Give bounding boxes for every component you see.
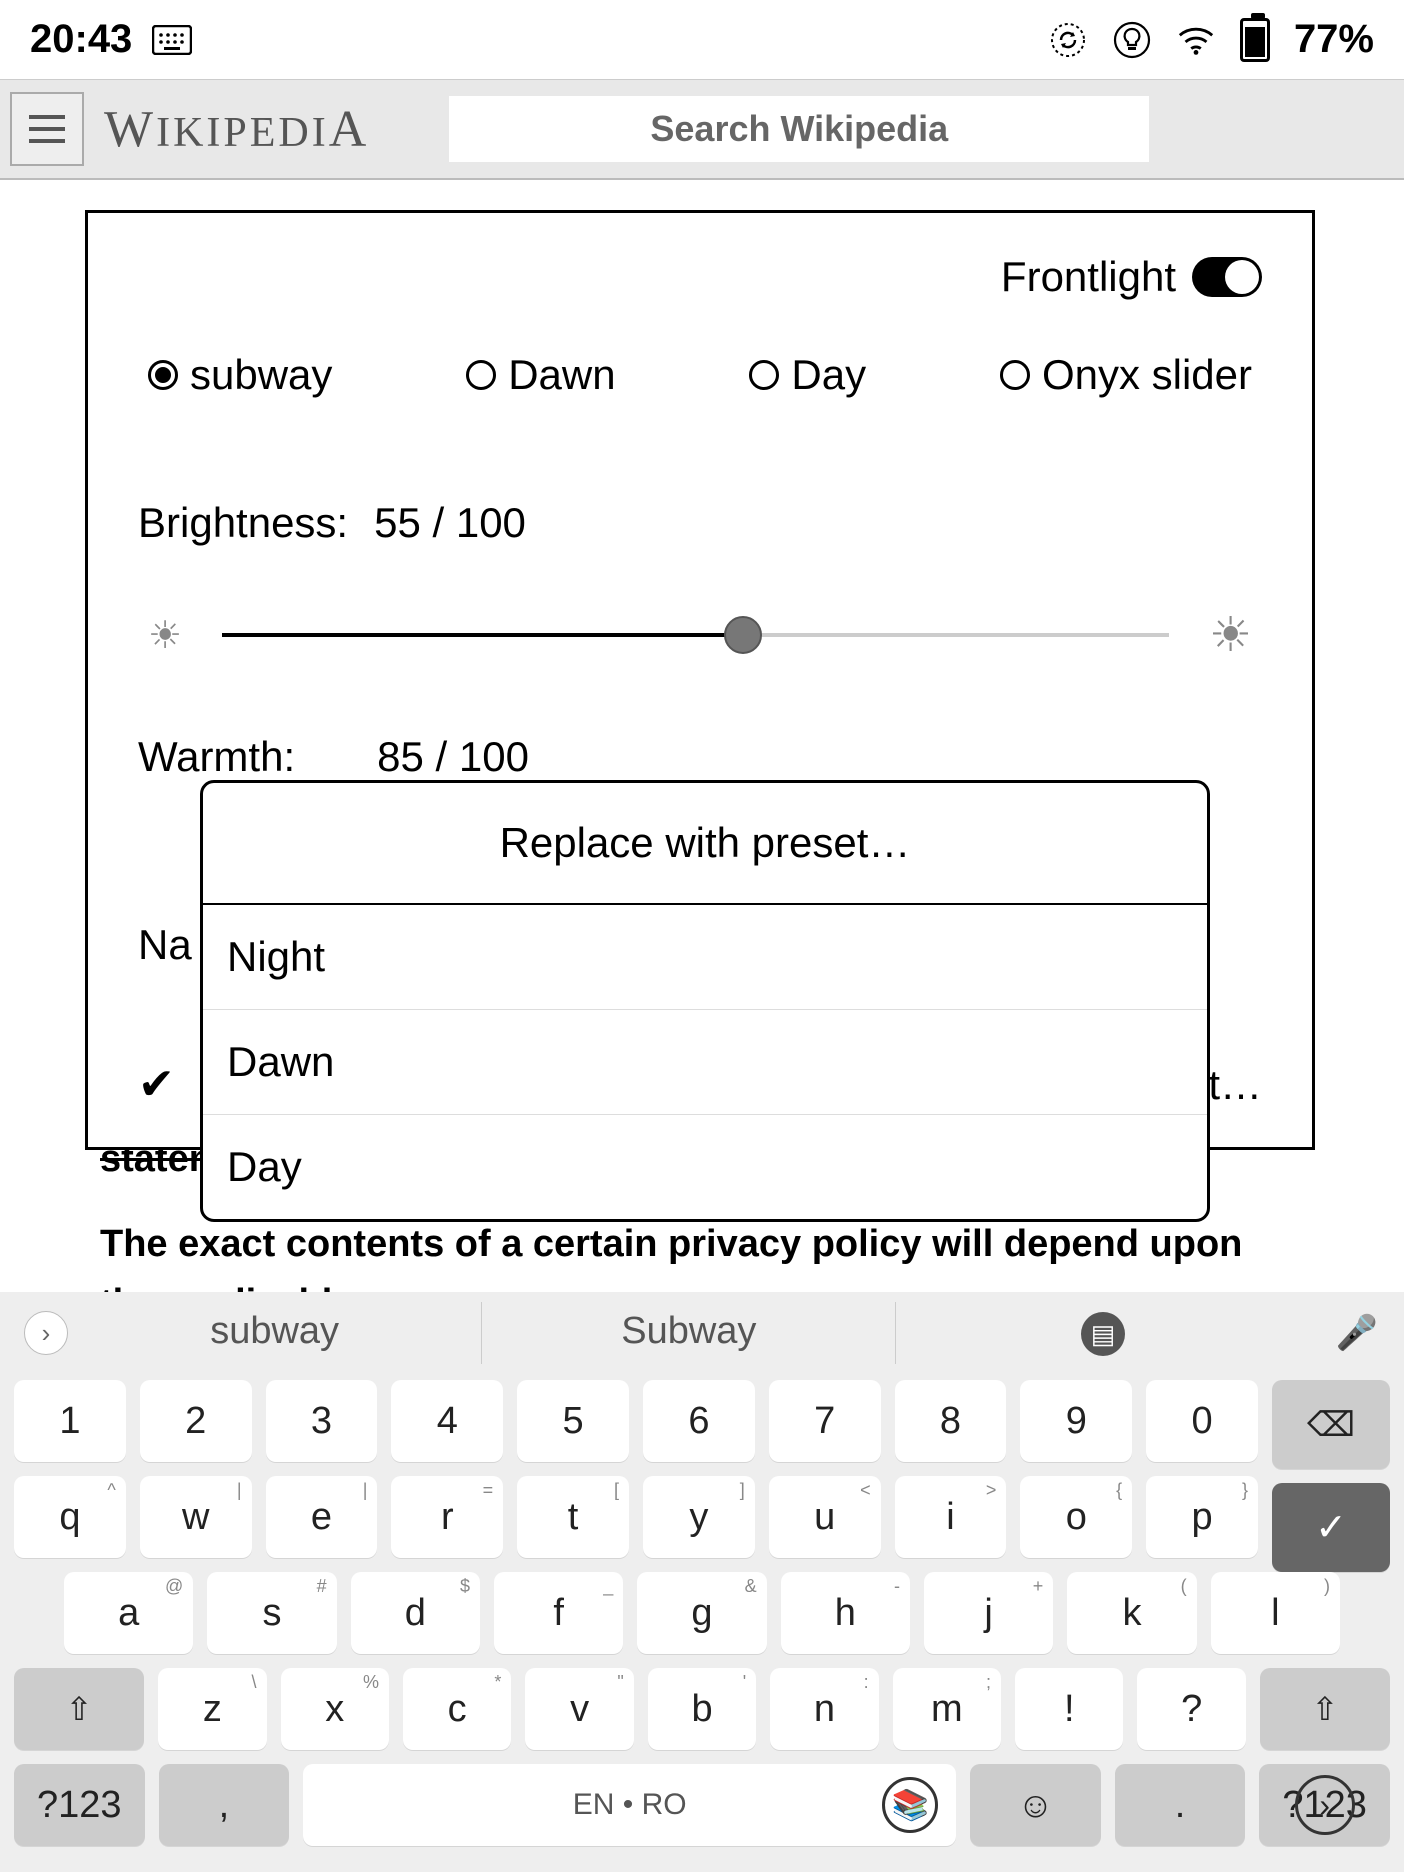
wikipedia-logo: WIKIPEDIA (104, 100, 369, 159)
key-a[interactable]: a@ (64, 1572, 193, 1654)
radio-icon (466, 360, 496, 390)
wifi-icon (1176, 20, 1216, 60)
autowarmth-truncated: t… (1208, 1061, 1262, 1109)
key-q[interactable]: q^ (14, 1476, 126, 1558)
battery-icon (1240, 18, 1270, 62)
hamburger-icon (29, 115, 65, 143)
key-b[interactable]: b' (648, 1668, 756, 1750)
key-e[interactable]: e| (266, 1476, 378, 1558)
battery-percent: 77% (1294, 17, 1374, 62)
search-input[interactable]: Search Wikipedia (449, 96, 1149, 162)
key-6[interactable]: 6 (643, 1380, 755, 1462)
enter-key[interactable]: ✓ (1272, 1483, 1390, 1572)
key-d[interactable]: d$ (351, 1572, 480, 1654)
key-n[interactable]: n: (770, 1668, 878, 1750)
key-3[interactable]: 3 (266, 1380, 378, 1462)
comma-key[interactable]: , (159, 1764, 290, 1846)
key-7[interactable]: 7 (769, 1380, 881, 1462)
brightness-value: 55 / 100 (374, 499, 526, 547)
key-r[interactable]: r= (391, 1476, 503, 1558)
key-u[interactable]: u< (769, 1476, 881, 1558)
bulb-icon (1112, 20, 1152, 60)
period-key[interactable]: . (1115, 1764, 1246, 1846)
suggestion-2[interactable]: Subway (482, 1302, 896, 1365)
shift-key-right[interactable]: ⇧ (1260, 1668, 1390, 1750)
suggestion-bar: › subway Subway ▤ 🎤 (0, 1292, 1404, 1374)
key-?[interactable]: ? (1137, 1668, 1245, 1750)
preset-item-night[interactable]: Night (203, 905, 1207, 1010)
expand-suggestions-button[interactable]: › (24, 1311, 68, 1355)
key-9[interactable]: 9 (1020, 1380, 1132, 1462)
key-m[interactable]: m; (893, 1668, 1001, 1750)
book-switch-icon[interactable]: 📚 (882, 1777, 938, 1833)
warmth-label: Warmth: (138, 733, 295, 781)
key-0[interactable]: 0 (1146, 1380, 1258, 1462)
symbols-key[interactable]: ?123 (14, 1764, 145, 1846)
key-i[interactable]: i> (895, 1476, 1007, 1558)
onscreen-keyboard: › subway Subway ▤ 🎤 1234567890 q^w|e|r=t… (0, 1292, 1404, 1872)
replace-preset-menu: Replace with preset… Night Dawn Day (200, 780, 1210, 1222)
key-y[interactable]: y] (643, 1476, 755, 1558)
key-o[interactable]: o{ (1020, 1476, 1132, 1558)
shift-key-left[interactable]: ⇧ (14, 1668, 144, 1750)
radio-icon (1000, 360, 1030, 390)
menu-button[interactable] (10, 92, 84, 166)
emoji-key[interactable]: ☺ (970, 1764, 1101, 1846)
preset-radio-day[interactable]: Day (749, 351, 866, 399)
frontlight-toggle[interactable] (1192, 257, 1262, 297)
check-icon: ✔ (138, 1059, 175, 1110)
key-4[interactable]: 4 (391, 1380, 503, 1462)
clock: 20:43 (30, 17, 132, 62)
preset-menu-title: Replace with preset… (203, 783, 1207, 905)
key-x[interactable]: x% (281, 1668, 389, 1750)
app-header: WIKIPEDIA Search Wikipedia (0, 80, 1404, 180)
preset-item-dawn[interactable]: Dawn (203, 1010, 1207, 1115)
preset-radio-row: subway Dawn Day Onyx slider (138, 351, 1262, 399)
brightness-high-icon: ☀ (1209, 607, 1252, 663)
key-v[interactable]: v" (525, 1668, 633, 1750)
key-j[interactable]: j+ (924, 1572, 1053, 1654)
key-z[interactable]: z\ (158, 1668, 266, 1750)
suggestion-3[interactable]: ▤ (896, 1302, 1309, 1365)
brightness-label: Brightness: (138, 499, 348, 547)
radio-icon (749, 360, 779, 390)
key-l[interactable]: l) (1211, 1572, 1340, 1654)
key-![interactable]: ! (1015, 1668, 1123, 1750)
key-s[interactable]: s# (207, 1572, 336, 1654)
key-h[interactable]: h- (781, 1572, 910, 1654)
frontlight-label: Frontlight (1001, 253, 1176, 301)
backspace-key[interactable]: ⌫ (1272, 1380, 1390, 1469)
key-k[interactable]: k( (1067, 1572, 1196, 1654)
preset-radio-onyx[interactable]: Onyx slider (1000, 351, 1252, 399)
sync-icon (1048, 20, 1088, 60)
suggestion-1[interactable]: subway (68, 1302, 482, 1365)
preset-radio-subway[interactable]: subway (148, 351, 332, 399)
brightness-slider[interactable] (222, 633, 1169, 637)
keyboard-icon (152, 20, 192, 60)
warmth-value: 85 / 100 (377, 733, 529, 781)
key-p[interactable]: p} (1146, 1476, 1258, 1558)
next-keyboard-icon: › (1295, 1775, 1355, 1835)
preset-radio-dawn[interactable]: Dawn (466, 351, 615, 399)
key-t[interactable]: t[ (517, 1476, 629, 1558)
radio-icon (148, 360, 178, 390)
key-5[interactable]: 5 (517, 1380, 629, 1462)
key-g[interactable]: g& (637, 1572, 766, 1654)
key-1[interactable]: 1 (14, 1380, 126, 1462)
key-c[interactable]: c* (403, 1668, 511, 1750)
mic-icon[interactable]: 🎤 (1336, 1313, 1378, 1353)
symbols-key-2[interactable]: › ?123 (1259, 1764, 1390, 1846)
key-f[interactable]: f_ (494, 1572, 623, 1654)
key-w[interactable]: w| (140, 1476, 252, 1558)
key-2[interactable]: 2 (140, 1380, 252, 1462)
key-8[interactable]: 8 (895, 1380, 1007, 1462)
status-bar: 20:43 77% (0, 0, 1404, 80)
search-placeholder: Search Wikipedia (650, 108, 948, 150)
spacebar[interactable]: EN • RO 📚 (303, 1764, 956, 1846)
book-icon: ▤ (1081, 1312, 1125, 1356)
brightness-low-icon: ☀ (148, 613, 182, 658)
preset-item-day[interactable]: Day (203, 1115, 1207, 1219)
